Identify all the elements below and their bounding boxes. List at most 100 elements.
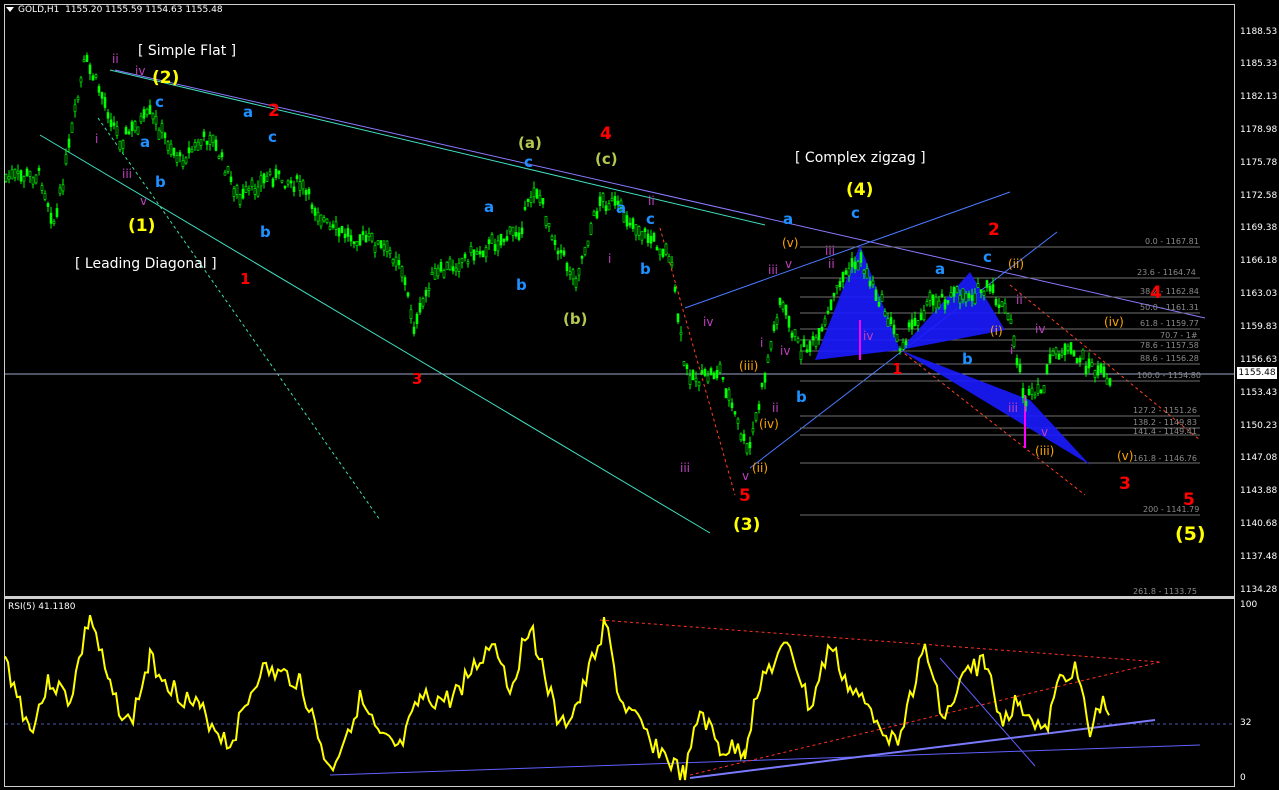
candle-body [580, 256, 584, 259]
candle-body [808, 341, 812, 353]
candle-body [676, 313, 680, 323]
candle-body [766, 356, 770, 363]
wave-label: 2 [988, 220, 1000, 240]
candle-body [220, 152, 224, 158]
candle-body [871, 280, 875, 285]
rsi-red-dashed-2[interactable] [689, 661, 1161, 776]
candle-body [943, 299, 947, 310]
candle-body [175, 155, 179, 163]
candle-body [514, 232, 518, 237]
candle-body [82, 59, 86, 63]
candle-body [466, 261, 470, 265]
wave-label: 5 [739, 486, 751, 506]
candle-body [283, 185, 287, 189]
candle-body [43, 193, 47, 200]
candle-body [424, 290, 428, 297]
candle-body [649, 235, 653, 244]
candle-body [880, 294, 884, 302]
candle-body [316, 212, 320, 222]
rsi-trend-line[interactable] [329, 744, 1201, 776]
candle-body [1075, 358, 1079, 364]
candle-body [1021, 388, 1025, 399]
price-tick: 1163.03 [1240, 289, 1278, 299]
candle-body [10, 169, 14, 180]
candle-body [109, 119, 113, 128]
wave-label: a [243, 103, 254, 121]
wave-label: b [796, 388, 807, 406]
dashed-trend-line[interactable] [97, 117, 381, 521]
candle-body [352, 241, 356, 245]
price-chart-canvas[interactable] [0, 0, 1279, 790]
candle-body [439, 262, 443, 272]
candle-body [469, 246, 473, 254]
candle-body [610, 198, 614, 202]
candle-body [958, 294, 962, 304]
candle-body [754, 412, 758, 421]
candle-body [1027, 388, 1031, 396]
candle-body [562, 250, 566, 256]
candle-body [325, 218, 329, 223]
candle-body [340, 225, 344, 233]
candle-body [877, 301, 881, 307]
wave-label: (v) [782, 236, 799, 250]
wave-label: (ii) [1008, 257, 1025, 271]
candle-body [58, 187, 62, 194]
candle-body [46, 203, 50, 207]
candle-body [64, 154, 68, 165]
candle-body [730, 402, 734, 408]
wave-label: ii [772, 401, 779, 415]
candle-body [271, 178, 275, 187]
symbol-ohlc-header[interactable]: GOLD,H1 1155.20 1155.59 1154.63 1155.48 [6, 5, 223, 15]
wave-label: i [1010, 343, 1014, 357]
dropdown-icon[interactable] [6, 7, 14, 12]
candle-body [505, 236, 509, 241]
candle-body [268, 171, 272, 176]
candle-body [184, 157, 188, 164]
candle-body [208, 135, 212, 145]
candle-body [487, 239, 491, 245]
price-tick: 1137.48 [1240, 552, 1278, 562]
candle-body [169, 143, 173, 156]
candle-body [646, 233, 650, 243]
candle-body [517, 232, 521, 240]
candle-body [508, 226, 512, 232]
rsi-blue-line[interactable] [939, 657, 1036, 767]
candle-body [1030, 387, 1034, 395]
candle-body [1063, 343, 1067, 356]
price-candles[interactable] [4, 52, 1112, 456]
wave-label: a [484, 198, 495, 216]
red-dashed-channel-2[interactable] [899, 349, 1086, 496]
wave-label: (b) [563, 310, 588, 328]
candle-body [463, 253, 467, 259]
candle-body [1084, 365, 1088, 375]
candle-body [934, 296, 938, 309]
candle-body [946, 300, 950, 304]
candle-body [640, 231, 644, 241]
rsi-line[interactable] [4, 614, 1110, 781]
candle-body [1060, 352, 1064, 356]
candle-body [427, 287, 431, 291]
rsi-red-dashed-1[interactable] [599, 619, 1161, 663]
candle-body [1036, 384, 1040, 394]
rsi-tick: 32 [1240, 718, 1252, 728]
candle-body [445, 261, 449, 271]
candle-body [655, 246, 659, 251]
candle-body [181, 160, 185, 167]
candle-body [277, 170, 281, 175]
candle-body [457, 262, 461, 272]
candle-body [724, 388, 728, 399]
candle-body [22, 176, 26, 182]
wave-label: b [640, 260, 651, 278]
candle-body [232, 188, 236, 197]
candle-body [370, 233, 374, 242]
candle-body [331, 224, 335, 228]
wave-label: (2) [152, 68, 180, 88]
candle-body [937, 300, 941, 308]
candle-body [1006, 313, 1010, 320]
candle-body [955, 286, 959, 294]
candle-body [379, 240, 383, 249]
candle-body [670, 262, 674, 266]
red-dashed-impulse-line[interactable] [659, 227, 736, 496]
upper-channel-line[interactable] [109, 69, 766, 226]
candle-body [289, 180, 293, 184]
